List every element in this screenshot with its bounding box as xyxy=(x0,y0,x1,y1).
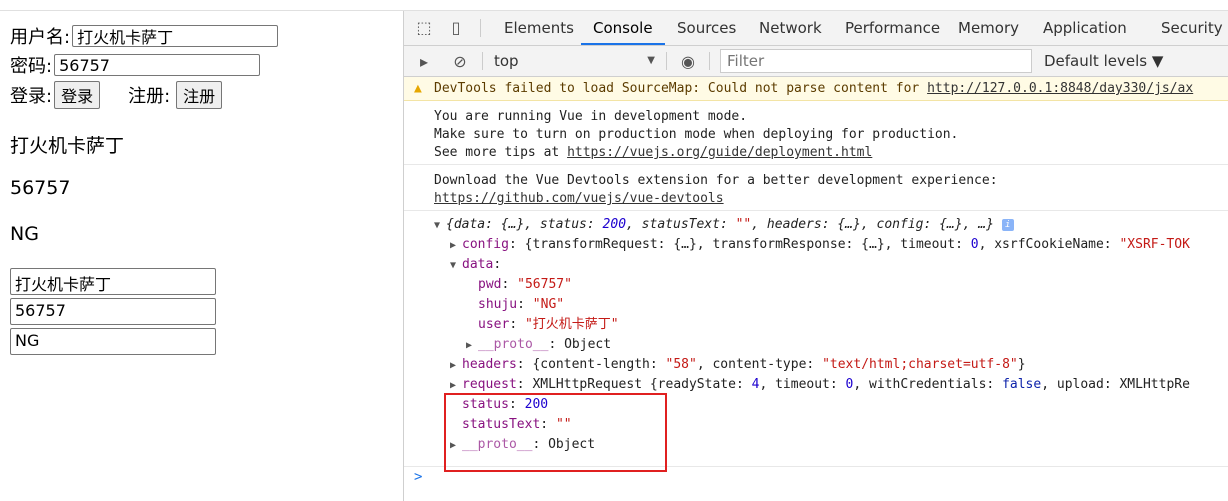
login-label: 登录: xyxy=(10,86,53,107)
toolbar-separator xyxy=(666,52,667,70)
shuju-property: shuju: "NG" xyxy=(478,297,565,312)
username-input[interactable] xyxy=(72,25,279,47)
password-input[interactable] xyxy=(54,54,261,76)
warning-message: DevTools failed to load SourceMap: Could… xyxy=(434,81,1194,96)
password-row: 密码: xyxy=(10,52,261,78)
tab-application[interactable]: Application xyxy=(1031,11,1139,45)
toolbar-separator xyxy=(709,52,710,70)
devtools-tab-bar: ⬚ ▯ Elements Console Sources Network Per… xyxy=(404,11,1228,46)
context-value: top xyxy=(494,52,519,70)
data-proto-row[interactable]: ▶ __proto__: Object xyxy=(466,335,611,355)
request-row[interactable]: ▶ request: XMLHttpRequest {readyState: 4,… xyxy=(450,375,1190,395)
toolbar-separator xyxy=(480,19,481,37)
data-row[interactable]: ▼ data: xyxy=(450,255,501,275)
device-toolbar-icon[interactable]: ▯ xyxy=(446,17,466,37)
clear-console-icon[interactable]: ⊘ xyxy=(450,51,470,71)
pwd-output-field[interactable]: 56757 xyxy=(10,298,216,325)
log-line: Make sure to turn on production mode whe… xyxy=(434,127,959,142)
log-line: You are running Vue in development mode. xyxy=(434,109,748,124)
tab-performance[interactable]: Performance xyxy=(833,11,952,45)
log-line: See more tips at https://vuejs.org/guide… xyxy=(434,145,873,160)
console-object-log: ▼ {data: {…}, status: 200, statusText: ""… xyxy=(404,211,1228,472)
username-row: 用户名: xyxy=(10,23,279,49)
user-property: user: "打火机卡萨丁" xyxy=(478,317,619,332)
register-button[interactable]: 注册 xyxy=(176,81,223,109)
tab-network[interactable]: Network xyxy=(747,11,834,45)
action-row: 登录: 登录 注册: 注册 xyxy=(10,81,223,109)
username-label: 用户名: xyxy=(10,27,71,48)
console-log-vue-mode: You are running Vue in development mode.… xyxy=(404,101,1228,165)
browser-top-edge xyxy=(0,0,1228,11)
web-page: 用户名: 密码: 登录: 登录 注册: 注册 打火机卡萨丁 56757 NG 打… xyxy=(0,11,403,501)
sidebar-toggle-icon[interactable]: ▸ xyxy=(414,51,434,71)
console-output: ▲ DevTools failed to load SourceMap: Cou… xyxy=(404,77,1228,501)
context-selector[interactable]: top ▼ xyxy=(494,50,659,72)
config-row[interactable]: ▶ config: {transformRequest: {…}, transfo… xyxy=(450,235,1190,255)
eye-icon[interactable]: ◉ xyxy=(678,51,698,71)
console-warning: ▲ DevTools failed to load SourceMap: Cou… xyxy=(404,77,1228,101)
output-user-text: 打火机卡萨丁 xyxy=(10,135,125,157)
user-output-field[interactable]: 打火机卡萨丁 xyxy=(10,268,216,295)
shuju-output-field[interactable]: NG xyxy=(10,328,216,355)
info-icon: i xyxy=(1001,218,1014,231)
output-pwd-text: 56757 xyxy=(10,177,71,199)
console-toolbar: ▸ ⊘ top ▼ ◉ Default levels ▼ xyxy=(404,46,1228,77)
chevron-down-icon: ▼ xyxy=(647,55,655,66)
vue-devtools-link[interactable]: https://github.com/vuejs/vue-devtools xyxy=(434,189,724,208)
console-prompt[interactable]: > xyxy=(414,469,422,485)
warning-icon: ▲ xyxy=(414,81,422,96)
tab-security[interactable]: Security xyxy=(1149,11,1228,45)
default-levels-dropdown[interactable]: Default levels ▼ xyxy=(1044,50,1163,72)
console-log-vue-devtools: Download the Vue Devtools extension for … xyxy=(404,165,1228,211)
tab-elements[interactable]: Elements xyxy=(492,11,586,45)
register-label: 注册: xyxy=(128,86,171,107)
devtools-panel: ⬚ ▯ Elements Console Sources Network Per… xyxy=(403,11,1228,501)
headers-row[interactable]: ▶ headers: {content-length: "58", content… xyxy=(450,355,1026,375)
log-line: Download the Vue Devtools extension for … xyxy=(434,173,998,188)
object-summary[interactable]: ▼ {data: {…}, status: 200, statusText: ""… xyxy=(434,215,1014,235)
toolbar-separator xyxy=(482,52,483,70)
pwd-property: pwd: "56757" xyxy=(478,277,572,292)
inspect-element-icon[interactable]: ⬚ xyxy=(414,17,434,37)
filter-input[interactable] xyxy=(720,49,1032,73)
vue-deployment-link[interactable]: https://vuejs.org/guide/deployment.html xyxy=(567,145,872,160)
tab-memory[interactable]: Memory xyxy=(946,11,1031,45)
output-shuju-text: NG xyxy=(10,223,39,245)
login-button[interactable]: 登录 xyxy=(54,81,101,109)
tab-sources[interactable]: Sources xyxy=(665,11,748,45)
tab-console[interactable]: Console xyxy=(581,11,665,45)
password-label: 密码: xyxy=(10,56,53,77)
warning-link[interactable]: http://127.0.0.1:8848/day330/js/ax xyxy=(927,81,1193,96)
highlight-box xyxy=(444,393,667,472)
